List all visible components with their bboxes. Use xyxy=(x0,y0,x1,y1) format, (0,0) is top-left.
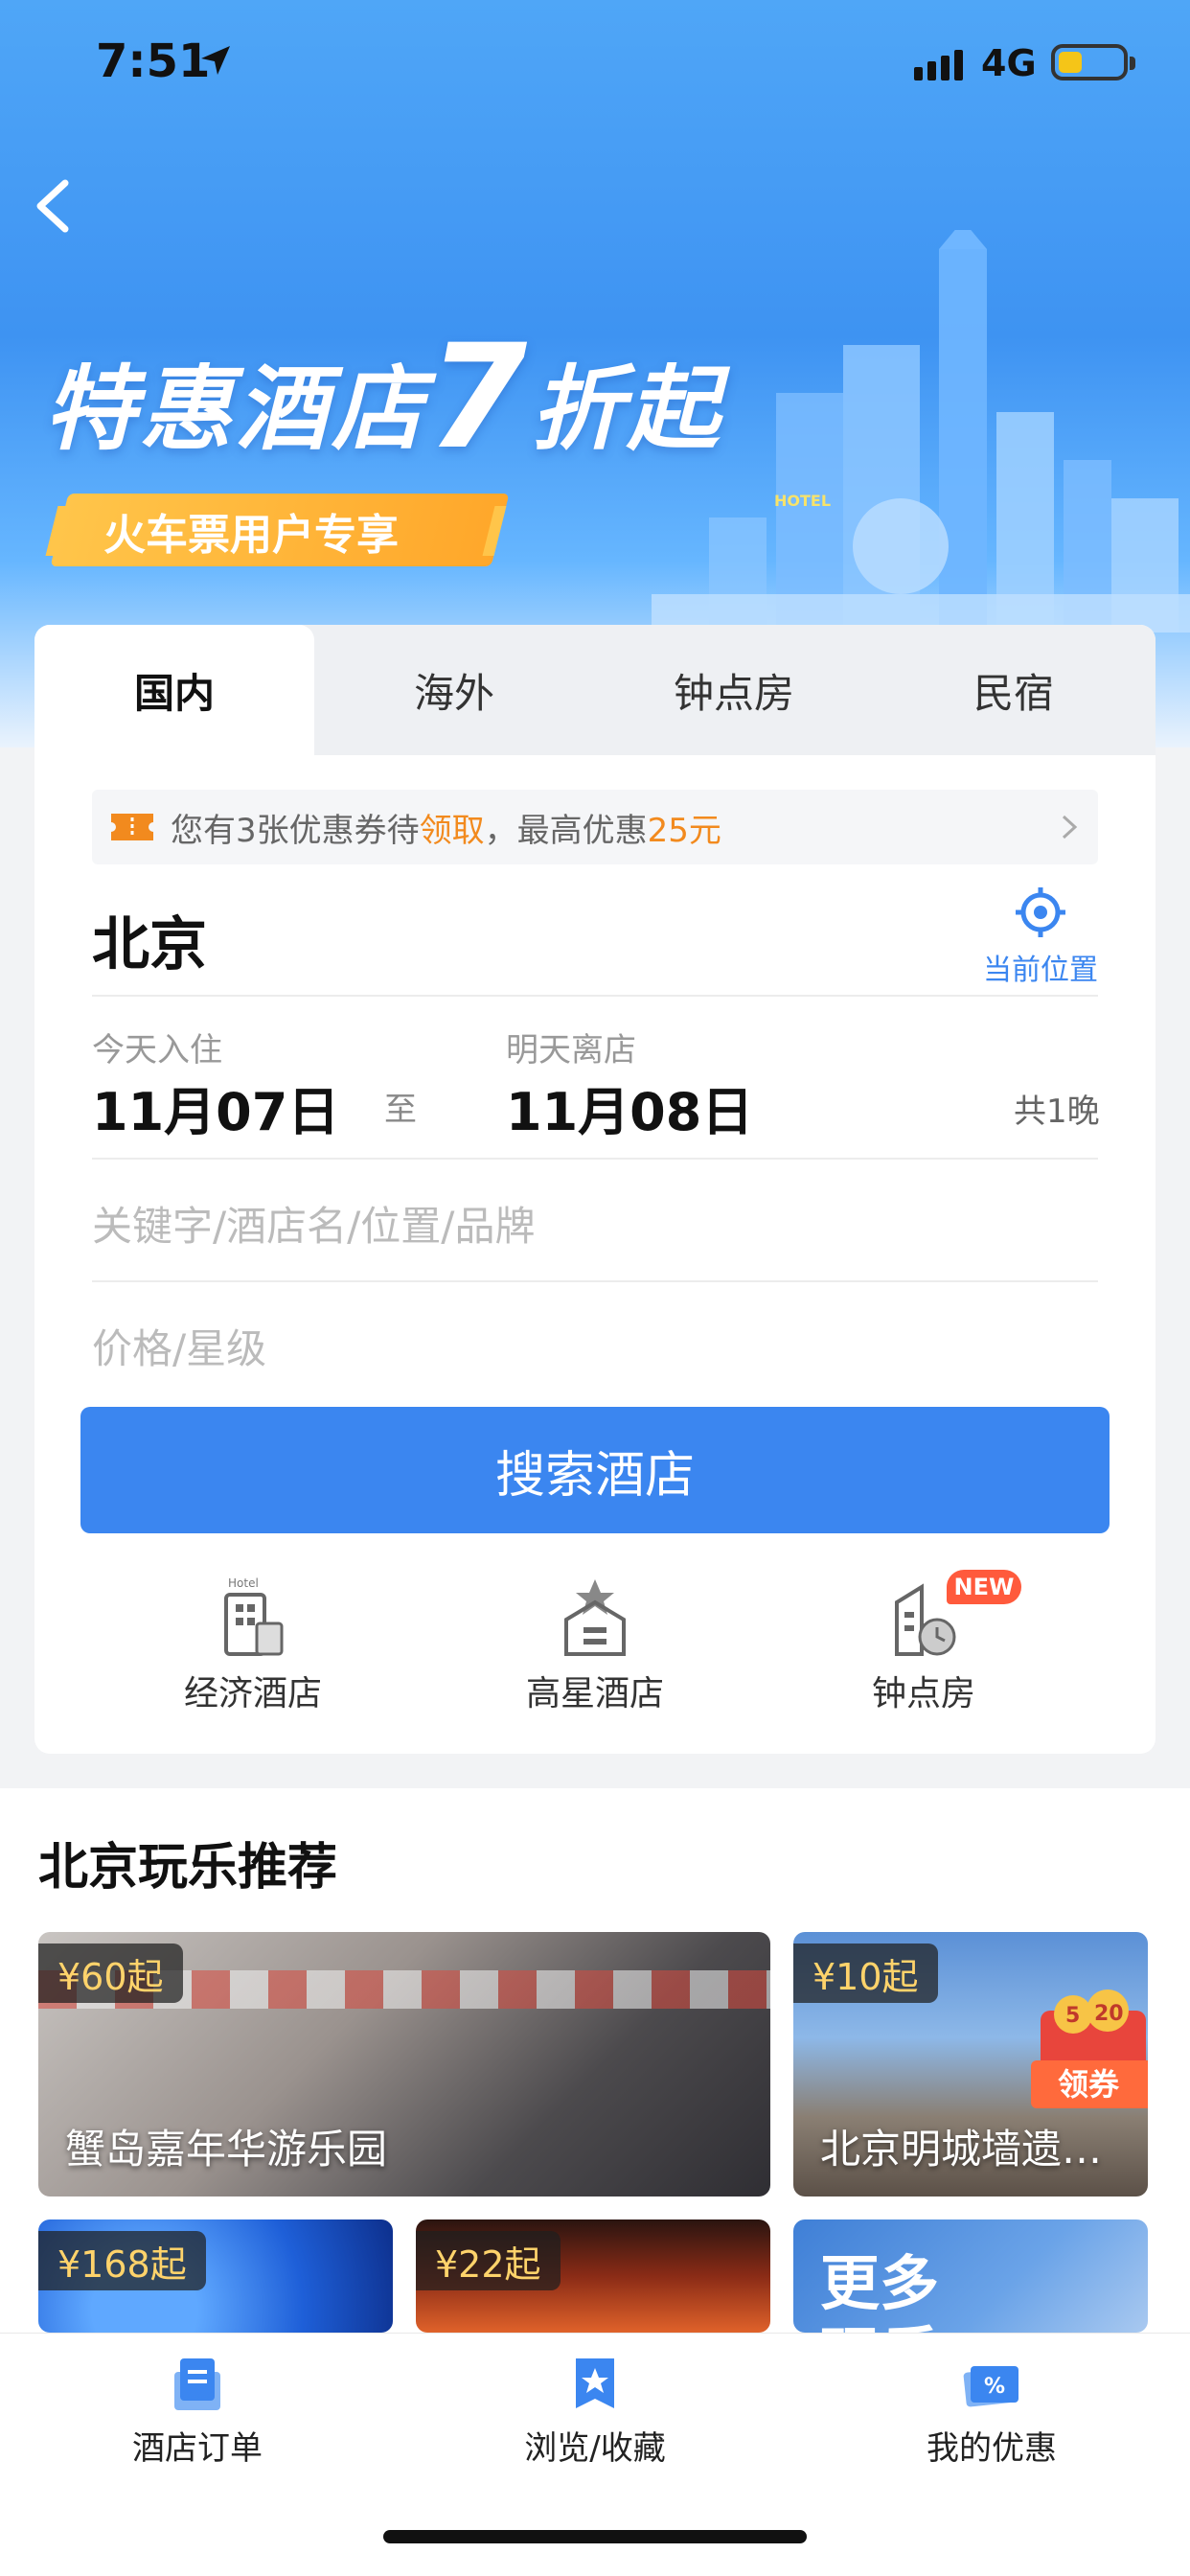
price-tag: ¥168起 xyxy=(38,2231,206,2290)
signal-icon xyxy=(914,50,963,80)
quick-link-budget-hotel[interactable]: Hotel 经济酒店 xyxy=(157,1574,349,1717)
discount-icon: % xyxy=(963,2366,1018,2407)
tab-overseas[interactable]: 海外 xyxy=(314,625,594,755)
recommend-tile-city-wall[interactable]: ¥10起 5 20 领券 北京明城墙遗… xyxy=(793,1932,1148,2196)
coupon-badge-text: 领券 xyxy=(1058,2066,1120,2103)
location-arrow-icon xyxy=(201,46,230,75)
divider xyxy=(92,1280,1098,1282)
promo-title-number: 7 xyxy=(427,314,532,481)
recommend-tile-more[interactable]: 更多玩乐 xyxy=(793,2220,1148,2333)
coupon-notice[interactable]: 您有3张优惠券待 领取 ，最高优惠 25元 xyxy=(92,790,1098,864)
budget-hotel-icon: Hotel xyxy=(224,1576,284,1656)
nav-browse-favorites[interactable]: 浏览/收藏 xyxy=(480,2355,710,2469)
tab-domestic[interactable]: 国内 xyxy=(34,625,314,755)
recommend-tile-water-cube[interactable]: ¥168起 xyxy=(38,2220,393,2333)
status-bar: 7:51 4G xyxy=(0,0,1190,126)
price-star-input[interactable]: 价格/星级 xyxy=(92,1317,266,1375)
price-tag: ¥60起 xyxy=(38,1944,183,2003)
divider xyxy=(92,1158,1098,1160)
promo-title-pre: 特惠酒店 xyxy=(44,356,427,463)
promo-title: 特惠酒店7折起 xyxy=(44,309,723,481)
quick-link-hourly-room[interactable]: NEW 钟点房 xyxy=(828,1570,1021,1717)
star-hotel-icon xyxy=(564,1579,626,1656)
coupon-max-amount: 25元 xyxy=(647,811,721,850)
date-separator: 至 xyxy=(384,1091,417,1129)
new-badge: NEW xyxy=(947,1570,1021,1604)
checkout-date[interactable]: 11月08日 xyxy=(506,1070,753,1145)
price-tag: ¥10起 xyxy=(793,1944,938,2003)
nav-my-discounts[interactable]: % 我的优惠 xyxy=(877,2355,1107,2469)
current-location-icon[interactable] xyxy=(1014,886,1067,939)
quick-link-label: 钟点房 xyxy=(871,1674,975,1714)
coupon-claim-link[interactable]: 领取 xyxy=(420,804,485,851)
recommend-tile-show[interactable]: ¥22起 xyxy=(416,2220,770,2333)
home-indicator[interactable] xyxy=(383,2530,807,2543)
network-type: 4G xyxy=(981,42,1037,84)
coupon-text-2: ，最高优惠 xyxy=(484,811,648,850)
tile-name: 蟹岛嘉年华游乐园 xyxy=(65,2126,388,2173)
recommend-title: 北京玩乐推荐 xyxy=(38,1839,338,1897)
tab-homestay[interactable]: 民宿 xyxy=(874,625,1154,755)
price-tag: ¥22起 xyxy=(416,2231,561,2290)
back-arrow-icon[interactable] xyxy=(29,177,77,235)
promo-title-post: 折起 xyxy=(531,356,723,463)
quick-link-star-hotel[interactable]: 高星酒店 xyxy=(499,1574,691,1717)
nav-label: 浏览/收藏 xyxy=(524,2429,666,2468)
quick-link-label: 高星酒店 xyxy=(525,1674,664,1714)
checkin-date[interactable]: 11月07日 xyxy=(92,1070,339,1145)
tab-hourly[interactable]: 钟点房 xyxy=(594,625,874,755)
more-fun-label: 更多玩乐 xyxy=(820,2248,940,2333)
search-hotel-button[interactable]: 搜索酒店 xyxy=(80,1407,1110,1533)
promo-pill-text: 火车票用户专享 xyxy=(103,511,399,560)
ticket-icon xyxy=(111,814,153,840)
coupon-gift-number: 20 xyxy=(1094,2002,1124,2026)
status-time: 7:51 xyxy=(96,34,211,88)
divider xyxy=(92,995,1098,997)
destination-city[interactable]: 北京 xyxy=(92,898,207,981)
svg-text:%: % xyxy=(984,2375,1005,2399)
keyword-input[interactable]: 关键字/酒店名/位置/品牌 xyxy=(92,1194,535,1253)
favorite-icon xyxy=(576,2358,614,2408)
nights-count: 共1晚 xyxy=(1014,1092,1100,1131)
checkin-label: 今天入住 xyxy=(92,1031,222,1070)
recommend-tile-crab-island[interactable]: ¥60起 蟹岛嘉年华游乐园 xyxy=(38,1932,770,2196)
coupon-text-1: 您有3张优惠券待 xyxy=(171,811,420,850)
coupon-gift-icon: 5 20 领券 xyxy=(1031,1990,1148,2108)
nav-hotel-orders[interactable]: 酒店订单 xyxy=(82,2355,312,2469)
nav-label: 我的优惠 xyxy=(927,2429,1057,2468)
order-icon xyxy=(174,2358,220,2410)
budget-hotel-icon-text: Hotel xyxy=(228,1576,259,1590)
hotel-sign: HOTEL xyxy=(774,492,831,510)
city-skyline-illustration: HOTEL xyxy=(652,230,1190,632)
chevron-right-icon xyxy=(1062,815,1078,840)
tile-name: 北京明城墙遗… xyxy=(820,2126,1103,2173)
hotel-search-card: 国内 海外 钟点房 民宿 您有3张优惠券待 领取 ，最高优惠 25元 北京 当前位置 … xyxy=(34,625,1156,1754)
nav-label: 酒店订单 xyxy=(132,2429,263,2468)
search-tabs: 国内 海外 钟点房 民宿 xyxy=(34,625,1156,755)
battery-icon xyxy=(1051,44,1135,80)
coupon-gift-number: 5 xyxy=(1065,2004,1080,2028)
quick-link-label: 经济酒店 xyxy=(183,1674,322,1714)
checkout-label: 明天离店 xyxy=(506,1031,636,1070)
current-location-label[interactable]: 当前位置 xyxy=(983,946,1098,988)
